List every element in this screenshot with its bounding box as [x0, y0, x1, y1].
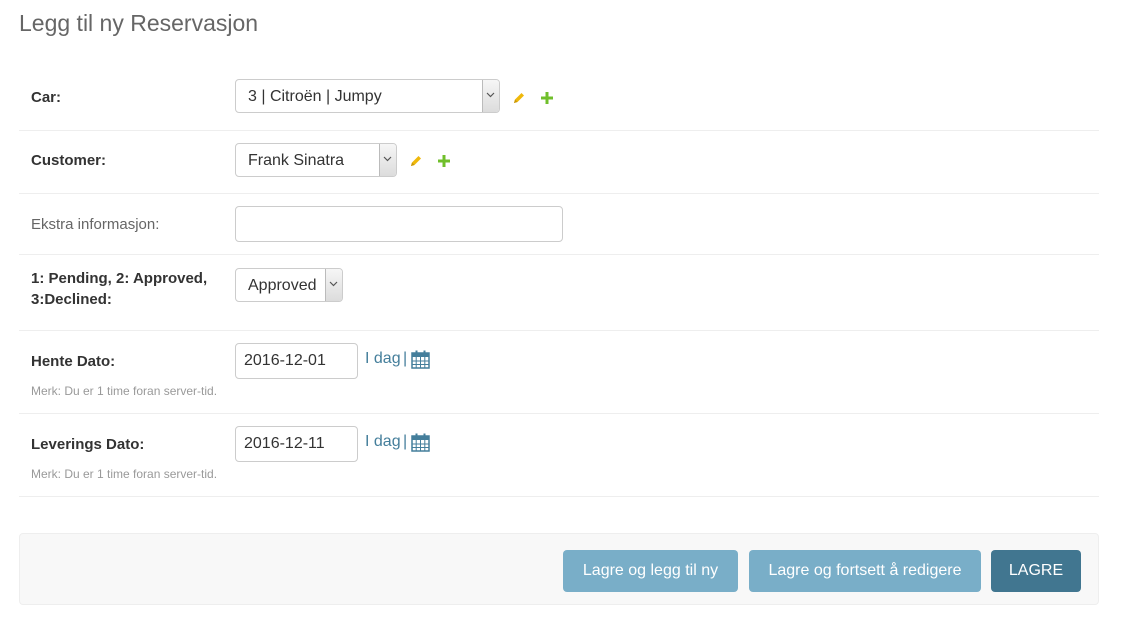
form-row-pickup-date: Hente Dato: 2016-12-01 I dag | Merk: Du …: [19, 330, 1099, 414]
chevron-down-icon: [379, 144, 396, 176]
pencil-icon[interactable]: [511, 90, 527, 106]
status-label: 1: Pending, 2: Approved, 3:Declined:: [31, 268, 207, 310]
customer-select[interactable]: Frank Sinatra: [235, 143, 397, 177]
customer-label: Customer:: [31, 152, 107, 169]
form-row-extra: Ekstra informasjon:: [19, 193, 1099, 255]
delivery-separator: |: [403, 433, 408, 450]
pickup-separator: |: [403, 350, 408, 367]
page-title: Legg til ny Reservasjon: [19, 10, 259, 36]
form-row-car: Car: 3 | Citroën | Jumpy: [19, 64, 1099, 131]
form-row-delivery-date: Leverings Dato: 2016-12-11 I dag | Merk:…: [19, 413, 1099, 497]
delivery-date-label: Leverings Dato:: [31, 436, 145, 453]
save-button[interactable]: LAGRE: [991, 550, 1081, 592]
pickup-date-input[interactable]: 2016-12-01: [235, 343, 358, 379]
extra-label: Ekstra informasjon:: [31, 216, 160, 233]
chevron-down-icon: [482, 80, 499, 112]
submit-row: Lagre og legg til ny Lagre og fortsett å…: [19, 533, 1099, 605]
save-and-continue-button[interactable]: Lagre og fortsett å redigere: [749, 550, 981, 592]
pickup-date-value: 2016-12-01: [244, 352, 326, 369]
calendar-icon[interactable]: [411, 350, 430, 369]
delivery-help-text: Merk: Du er 1 time foran server-tid.: [31, 467, 218, 481]
plus-icon[interactable]: [539, 90, 555, 106]
status-label-line1: 1: Pending, 2: Approved,: [31, 270, 208, 287]
status-select-value: Approved: [248, 277, 317, 294]
car-label: Car:: [31, 89, 62, 106]
chevron-down-icon: [325, 269, 342, 301]
car-select[interactable]: 3 | Citroën | Jumpy: [235, 79, 500, 113]
status-select[interactable]: Approved: [235, 268, 343, 302]
delivery-today-link[interactable]: I dag: [365, 432, 401, 452]
form-row-status: 1: Pending, 2: Approved, 3:Declined: App…: [19, 254, 1099, 331]
customer-select-value: Frank Sinatra: [248, 152, 345, 169]
save-and-add-another-button[interactable]: Lagre og legg til ny: [563, 550, 738, 592]
delivery-date-value: 2016-12-11: [244, 435, 325, 452]
pickup-help-text: Merk: Du er 1 time foran server-tid.: [31, 384, 218, 398]
plus-icon[interactable]: [436, 153, 452, 169]
car-select-value: 3 | Citroën | Jumpy: [248, 88, 382, 105]
status-label-line2: 3:Declined:: [31, 291, 112, 308]
calendar-icon[interactable]: [411, 433, 430, 452]
pickup-today-link[interactable]: I dag: [365, 349, 401, 369]
form-row-customer: Customer: Frank Sinatra: [19, 130, 1099, 194]
extra-info-input[interactable]: [235, 206, 563, 242]
delivery-date-input[interactable]: 2016-12-11: [235, 426, 358, 462]
pencil-icon[interactable]: [408, 153, 424, 169]
pickup-date-label: Hente Dato:: [31, 353, 116, 370]
